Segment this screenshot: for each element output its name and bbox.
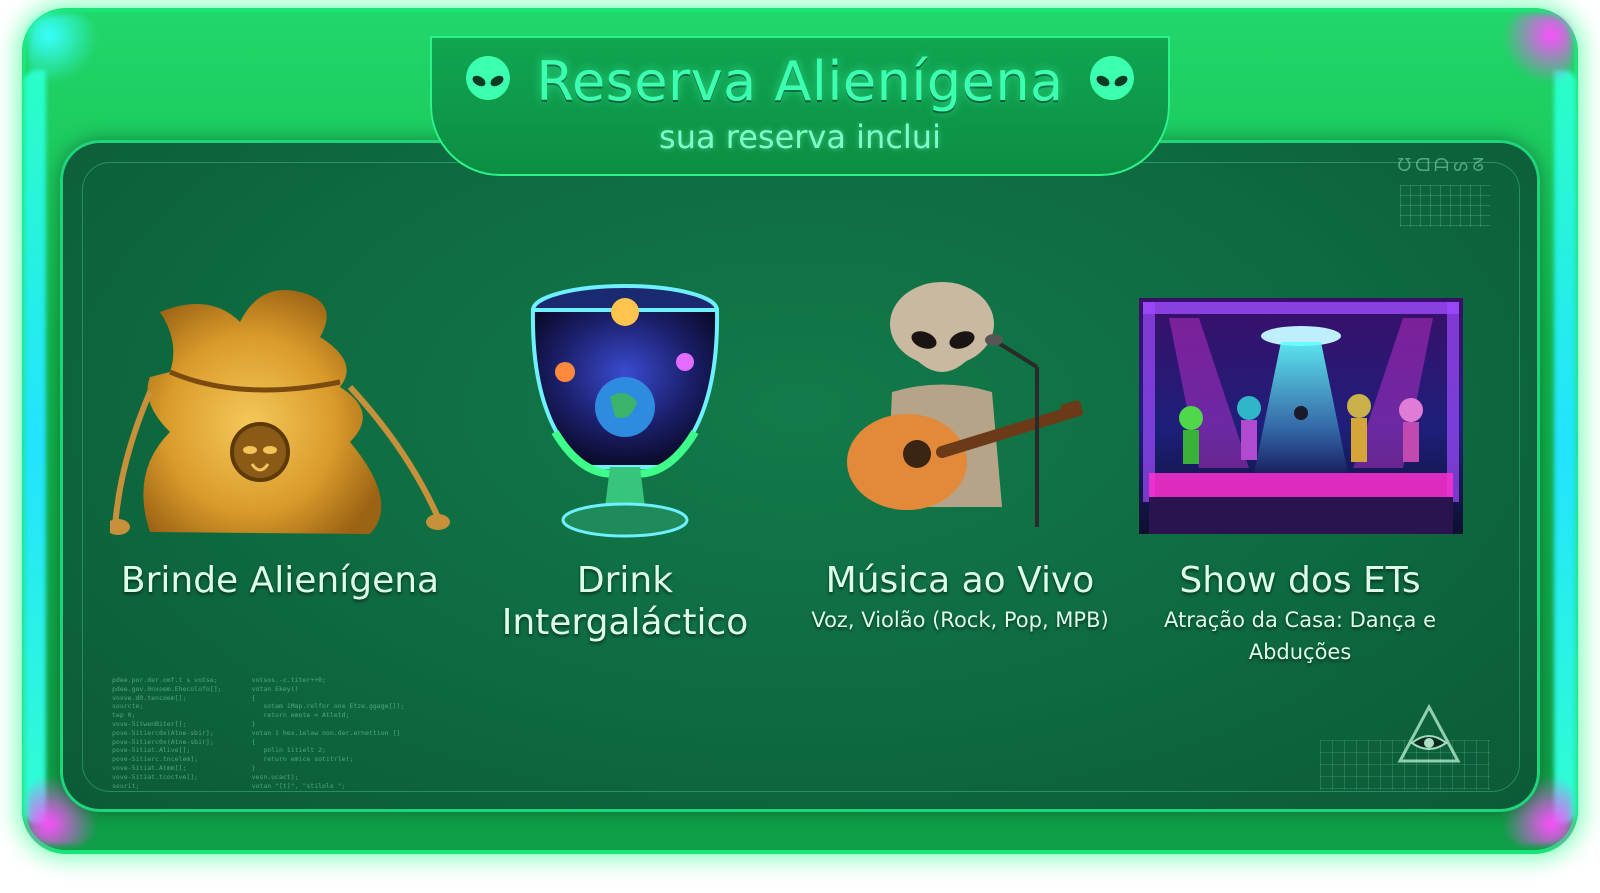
item-subtitle: Voz, Violão (Rock, Pop, MPB): [811, 608, 1109, 632]
cosmic-goblet-image: [530, 284, 720, 538]
golden-pouch-image: [110, 290, 450, 535]
item-subtitle-line2: Abduções: [1248, 640, 1352, 664]
page-title: Reserva Alienígena: [536, 50, 1064, 113]
decorative-code-block: pdee.por.der.omf.t s votse; pdee.gov.0nx…: [112, 676, 405, 790]
alien-head-icon: [466, 55, 511, 100]
item-label-line1: Drink: [576, 560, 674, 601]
item-subtitle-line1: Atração da Casa: Dança e: [1164, 608, 1436, 632]
eye-of-providence-icon: [1397, 703, 1461, 763]
page-subtitle: sua reserva inclui: [659, 118, 941, 156]
frame-edge-left: [24, 70, 46, 823]
decorative-grid-top: [1400, 185, 1490, 227]
item-label-line2: Intergaláctico: [501, 602, 749, 643]
title-row: Reserva Alienígena: [0, 50, 1600, 113]
item-label: Música ao Vivo: [825, 560, 1095, 601]
decorative-glyphs: ᘮᗡᗩᔕᘔ: [1397, 155, 1488, 176]
alien-guitarist-image: [847, 282, 1084, 527]
frame-edge-right: [1554, 70, 1576, 823]
item-label: Show dos ETs: [1179, 560, 1421, 601]
item-label: Brinde Alienígena: [120, 560, 440, 601]
alien-head-icon: [1089, 55, 1134, 100]
alien-stage-show-image: [1139, 298, 1463, 534]
included-items: Brinde Alienígena Drink Intergaláctico M…: [100, 282, 1500, 682]
